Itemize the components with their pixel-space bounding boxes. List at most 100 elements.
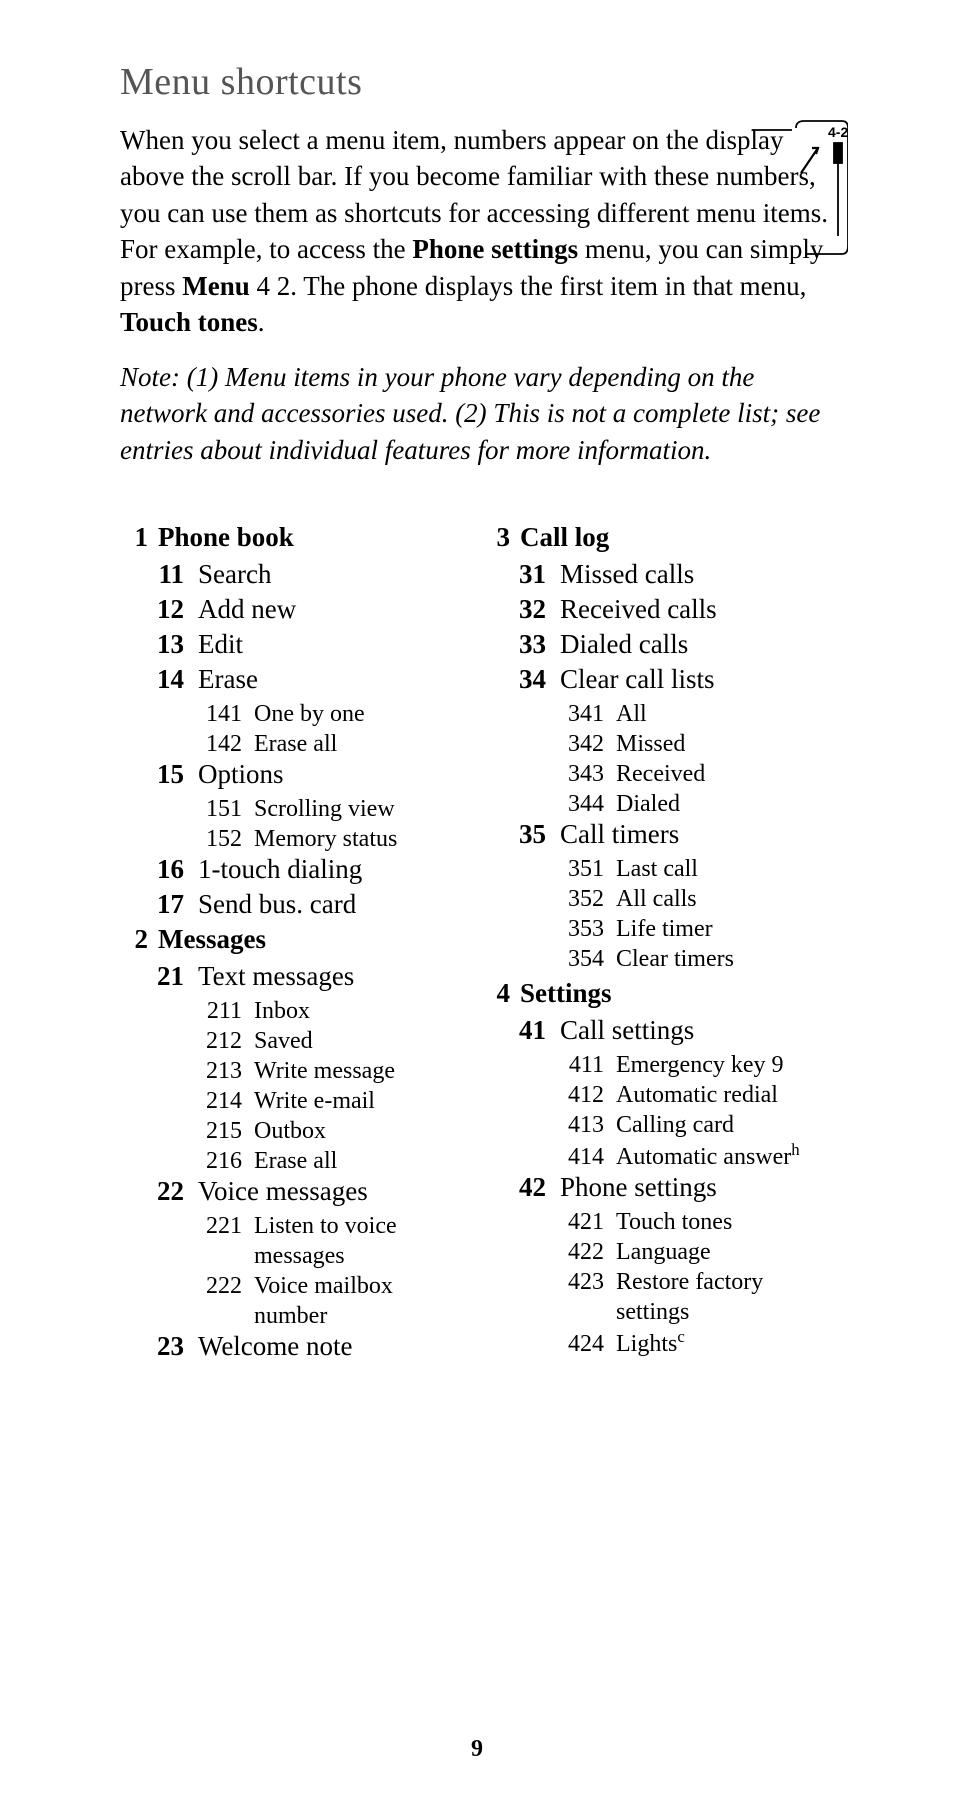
menu-code: 31	[506, 559, 546, 590]
menu-item: 15 Options	[144, 759, 472, 790]
menu-label: Memory status	[254, 824, 472, 854]
menu-subitem: 354Clear timers	[554, 944, 834, 974]
menu-code: 21	[144, 961, 184, 992]
menu-label: Write e-mail	[254, 1086, 472, 1116]
menu-code: 41	[506, 1015, 546, 1046]
menu-subitem: 213 Write message	[192, 1056, 472, 1086]
menu-code: 213	[192, 1056, 242, 1086]
menu-column-left: 1Phone book11Search12Add new13Edit14Eras…	[120, 518, 472, 1366]
menu-code: 23	[144, 1331, 184, 1362]
menu-subitem: 152Memory status	[192, 824, 472, 854]
menu-label: Dialed calls	[560, 629, 688, 660]
menu-label: Last call	[616, 854, 834, 884]
menu-label: Messages	[158, 924, 266, 955]
menu-code: 352	[554, 884, 604, 914]
menu-code: 42	[506, 1172, 546, 1203]
menu-section: 2 Messages	[120, 924, 472, 955]
menu-label: Phone settings	[560, 1172, 717, 1203]
menu-label: Missed	[616, 729, 834, 759]
menu-subitem: 216 Erase all	[192, 1146, 472, 1176]
menu-code: 413	[554, 1110, 604, 1140]
menu-code: 423	[554, 1267, 604, 1297]
menu-subitem: 212 Saved	[192, 1026, 472, 1056]
menu-code: 15	[144, 759, 184, 790]
menu-subitem: 215Outbox	[192, 1116, 472, 1146]
menu-code: 216	[192, 1146, 242, 1176]
menu-item: 161-touch dialing	[144, 854, 472, 885]
menu-label: All	[616, 699, 834, 729]
menu-label: Erase all	[254, 1146, 472, 1176]
menu-subitem: 142Erase all	[192, 729, 472, 759]
menu-subitem: 411 Emergency key 9	[554, 1050, 834, 1080]
menu-label: Emergency key 9	[616, 1050, 834, 1080]
menu-code: 354	[554, 944, 604, 974]
menu-code: 151	[192, 794, 242, 824]
menu-label: Inbox	[254, 996, 472, 1026]
menu-code: 14	[144, 664, 184, 695]
menu-code: 353	[554, 914, 604, 944]
menu-label: Call settings	[560, 1015, 694, 1046]
menu-code: 34	[506, 664, 546, 695]
menu-item: 13Edit	[144, 629, 472, 660]
menu-item: 21 Text messages	[144, 961, 472, 992]
menu-code: 12	[144, 594, 184, 625]
note-paragraph: Note: (1) Menu items in your phone vary …	[120, 359, 834, 468]
menu-item: 32Received calls	[506, 594, 834, 625]
menu-item: 17Send bus. card	[144, 889, 472, 920]
menu-section: 4 Settings	[482, 978, 834, 1009]
menu-subitem: 341All	[554, 699, 834, 729]
menu-column-right: 3Call log31Missed calls32Received calls3…	[482, 518, 834, 1366]
menu-subitem: 344Dialed	[554, 789, 834, 819]
menu-subitem: 421Touch tones	[554, 1207, 834, 1237]
menu-label: Write message	[254, 1056, 472, 1086]
menu-code: 424	[554, 1329, 604, 1359]
menu-subitem: 211Inbox	[192, 996, 472, 1026]
menu-item: 42 Phone settings	[506, 1172, 834, 1203]
menu-subitem: 342Missed	[554, 729, 834, 759]
phone-screen-illustration: 4-2	[752, 118, 848, 258]
menu-label: Automatic answerh	[616, 1140, 834, 1172]
menu-label: Saved	[254, 1026, 472, 1056]
menu-code: 212	[192, 1026, 242, 1056]
menu-subitem: 422Language	[554, 1237, 834, 1267]
menu-label: All calls	[616, 884, 834, 914]
menu-code: 214	[192, 1086, 242, 1116]
menu-label: Phone book	[158, 522, 294, 553]
menu-label: Calling card	[616, 1110, 834, 1140]
menu-subitem: 151Scrolling view	[192, 794, 472, 824]
menu-code: 22	[144, 1176, 184, 1207]
menu-code: 32	[506, 594, 546, 625]
page-number: 9	[0, 1736, 954, 1763]
menu-code: 1	[120, 522, 148, 553]
menu-code: 4	[482, 978, 510, 1009]
menu-item: 33Dialed calls	[506, 629, 834, 660]
menu-label: Options	[198, 759, 284, 790]
menu-label: Lightsc	[616, 1327, 834, 1359]
menu-label: Outbox	[254, 1116, 472, 1146]
menu-label: Search	[198, 559, 271, 590]
menu-code: 11	[144, 559, 184, 590]
menu-item: 23 Welcome note	[144, 1331, 472, 1362]
menu-label: Missed calls	[560, 559, 694, 590]
menu-label: One by one	[254, 699, 472, 729]
menu-code: 35	[506, 819, 546, 850]
menu-label: Automatic redial	[616, 1080, 834, 1110]
menu-label: Erase	[198, 664, 258, 695]
menu-code: 351	[554, 854, 604, 884]
menu-code: 2	[120, 924, 148, 955]
menu-label: Welcome note	[198, 1331, 353, 1362]
menu-item: 11 Search	[144, 559, 472, 590]
menu-item: 35Call timers	[506, 819, 834, 850]
menu-label: Restore factory settings	[616, 1267, 834, 1327]
menu-code: 411	[554, 1050, 604, 1080]
menu-subitem: 352 All calls	[554, 884, 834, 914]
menu-code: 222	[192, 1271, 242, 1301]
menu-code: 412	[554, 1080, 604, 1110]
menu-item: 41 Call settings	[506, 1015, 834, 1046]
menu-label: Text messages	[198, 961, 354, 992]
menu-label: Settings	[520, 978, 612, 1009]
menu-code: 343	[554, 759, 604, 789]
menu-code: 422	[554, 1237, 604, 1267]
menu-label: Voice messages	[198, 1176, 368, 1207]
menu-subitem: 423 Restore factory settings	[554, 1267, 834, 1327]
